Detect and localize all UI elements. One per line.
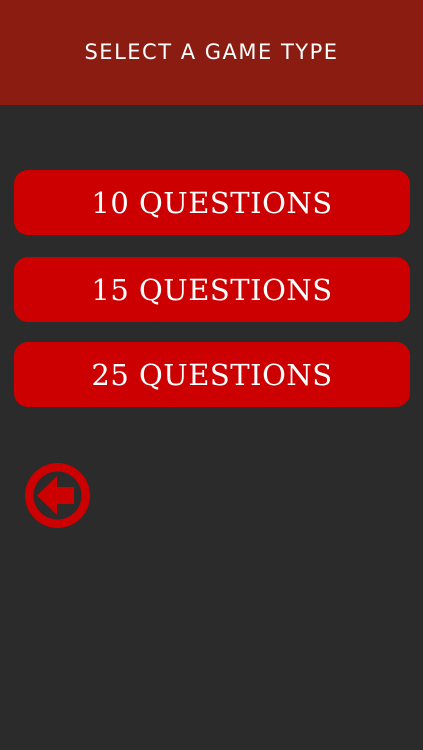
twenty-five-questions-button[interactable]: 25 QUESTIONS — [14, 342, 410, 407]
header-bar: SELECT A GAME TYPE — [0, 0, 423, 105]
fifteen-questions-button[interactable]: 15 QUESTIONS — [14, 257, 410, 322]
page-title: SELECT A GAME TYPE — [84, 39, 339, 64]
ten-questions-button[interactable]: 10 QUESTIONS — [14, 170, 410, 235]
arrow-left-icon — [25, 463, 90, 528]
option-label: 15 QUESTIONS — [91, 272, 333, 307]
option-label: 10 QUESTIONS — [91, 185, 333, 220]
back-button[interactable] — [25, 463, 90, 528]
option-label: 25 QUESTIONS — [91, 357, 333, 392]
